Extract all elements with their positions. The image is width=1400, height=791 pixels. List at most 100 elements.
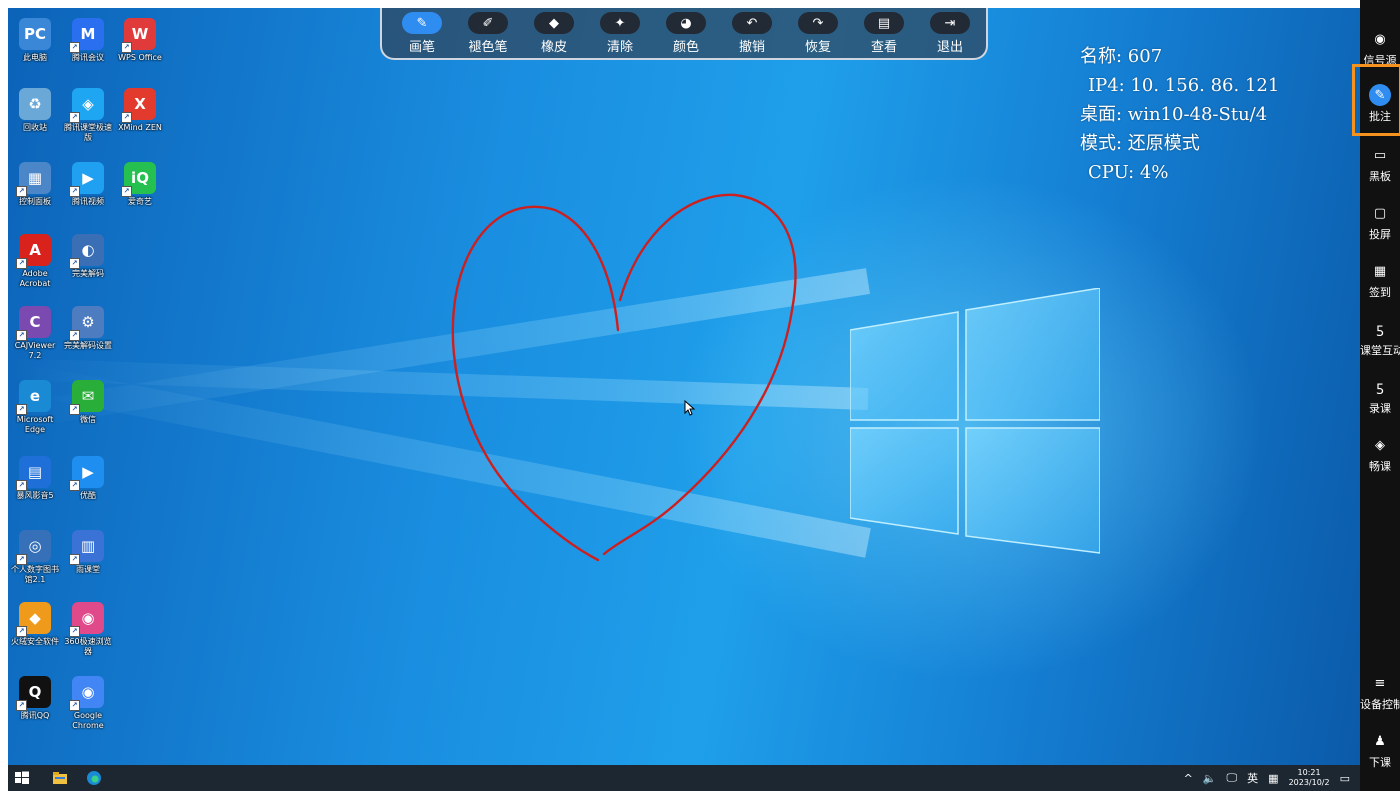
desktop-icon[interactable]: A ↗ Adobe Acrobat <box>10 234 60 289</box>
desktop-icon-label: 腾讯会议 <box>72 53 104 62</box>
volume-icon[interactable]: 🔈 <box>1203 772 1217 785</box>
sidebar-item-checkin[interactable]: ▦ 签到 <box>1360 260 1400 300</box>
tray-overflow-icon[interactable]: ^ <box>1184 772 1193 785</box>
desktop-icon-label: 微信 <box>80 415 96 424</box>
app-icon: ▶ ↗ <box>69 456 104 491</box>
toolbar-label: 退出 <box>936 40 963 55</box>
shortcut-arrow-icon: ↗ <box>69 112 80 123</box>
desktop-icon[interactable]: ◉ ↗ Google Chrome <box>63 676 113 731</box>
ime-mode-icon[interactable]: ▦ <box>1268 772 1278 785</box>
exit-icon: ⇥ <box>930 12 970 34</box>
clock[interactable]: 10:21 2023/10/2 <box>1289 768 1330 788</box>
annotation-toolbar: ✎ 画笔 ✐ 褪色笔 ◆ 橡皮 ✦ 清除 ◕ 颜色 ↶ 撤销 ↷ 恢复 ▤ 查看 ⇥ 退出 <box>380 8 988 60</box>
desktop-icon[interactable]: X ↗ XMind ZEN <box>115 88 165 133</box>
sidebar-item-interact[interactable]: ƽ 课堂互动 <box>1360 318 1400 358</box>
desktop-icon[interactable]: Q ↗ 腾讯QQ <box>10 676 60 721</box>
app-icon: ◆ ↗ <box>16 602 51 637</box>
sidebar-item-bell[interactable]: ♟ 下课 <box>1360 730 1400 770</box>
file-explorer-icon[interactable] <box>52 770 68 786</box>
desktop-icon[interactable]: PC 此电脑 <box>10 18 60 63</box>
edge-taskbar-icon[interactable] <box>86 770 102 786</box>
desktop-icon[interactable]: ✉ ↗ 微信 <box>63 380 113 425</box>
desktop-icon[interactable]: ▦ ↗ 控制面板 <box>10 162 60 207</box>
device-info-overlay: 名称: 607 IP4: 10. 156. 86. 121 桌面: win10-… <box>1080 42 1279 187</box>
desktop-icon[interactable]: ▥ ↗ 雨课堂 <box>63 530 113 575</box>
broom-icon: ✦ <box>600 12 640 34</box>
toolbar-pen-button[interactable]: ✎ 画笔 <box>391 12 453 55</box>
desktop-icon[interactable]: ♻ 回收站 <box>10 88 60 133</box>
sidebar-label: 下课 <box>1369 756 1391 769</box>
desktop-icon-label: 360极速浏览器 <box>64 637 112 656</box>
screen-border-left <box>0 0 8 791</box>
desktop-icon[interactable]: ▶ ↗ 腾讯视频 <box>63 162 113 207</box>
toolbar-fade-pen-button[interactable]: ✐ 褪色笔 <box>457 12 519 55</box>
app-icon: ⚙ ↗ <box>69 306 104 341</box>
app-icon: ▦ ↗ <box>16 162 51 197</box>
toolbar-view-button[interactable]: ▤ 查看 <box>853 12 915 55</box>
screen-border-top <box>0 0 1400 8</box>
checkin-icon: ▦ <box>1373 263 1387 279</box>
desktop-icon[interactable]: ◉ ↗ 360极速浏览器 <box>63 602 113 657</box>
toolbar-eraser-button[interactable]: ◆ 橡皮 <box>523 12 585 55</box>
sidebar-label: 投屏 <box>1369 228 1391 241</box>
toolbar-undo-button[interactable]: ↶ 撤销 <box>721 12 783 55</box>
toolbar-palette-button[interactable]: ◕ 颜色 <box>655 12 717 55</box>
desktop-icon[interactable]: C ↗ CAJViewer 7.2 <box>10 306 60 361</box>
sidebar-item-record[interactable]: ƽ 录课 <box>1360 376 1400 416</box>
app-icon: iQ ↗ <box>121 162 156 197</box>
sidebar-item-cast[interactable]: ▢ 投屏 <box>1360 202 1400 242</box>
palette-icon: ◕ <box>666 12 706 34</box>
shortcut-arrow-icon: ↗ <box>69 42 80 53</box>
desktop-icon-label: 完美解码设置 <box>64 341 112 350</box>
toolbar-broom-button[interactable]: ✦ 清除 <box>589 12 651 55</box>
ime-indicator[interactable]: 英 <box>1247 770 1258 786</box>
app-icon: ▤ ↗ <box>16 456 51 491</box>
notification-icon[interactable]: ▭ <box>1340 772 1350 785</box>
app-icon: ◐ ↗ <box>69 234 104 269</box>
shortcut-arrow-icon: ↗ <box>69 700 80 711</box>
network-icon[interactable]: 🖵 <box>1227 771 1238 785</box>
record-icon: ƽ <box>1376 379 1384 395</box>
shortcut-arrow-icon: ↗ <box>69 480 80 491</box>
desktop-icon-label: 个人数字图书馆2.1 <box>11 565 59 584</box>
start-icon[interactable] <box>14 770 30 786</box>
layers-icon: ◈ <box>1375 437 1385 453</box>
desktop-icon[interactable]: ▶ ↗ 优酷 <box>63 456 113 501</box>
device-ip: IP4: 10. 156. 86. 121 <box>1088 75 1280 96</box>
blackboard-icon: ▭ <box>1373 147 1387 163</box>
app-icon: e ↗ <box>16 380 51 415</box>
sidebar-item-menu[interactable]: ≡ 设备控制 <box>1360 672 1400 712</box>
desktop-icon-label: 暴风影音5 <box>16 491 54 500</box>
app-icon: ◎ ↗ <box>16 530 51 565</box>
app-icon: W ↗ <box>121 18 156 53</box>
desktop-icon-label: 完美解码 <box>72 269 104 278</box>
sidebar-item-signal[interactable]: ◉ 信号源 <box>1360 28 1400 68</box>
desktop-icon-label: CAJViewer 7.2 <box>14 341 56 360</box>
desktop-icon[interactable]: ◈ ↗ 腾讯课堂极速版 <box>63 88 113 143</box>
redo-icon: ↷ <box>798 12 838 34</box>
shortcut-arrow-icon: ↗ <box>121 186 132 197</box>
annotate-highlight-box <box>1352 64 1400 136</box>
view-icon: ▤ <box>864 12 904 34</box>
sidebar-item-blackboard[interactable]: ▭ 黑板 <box>1360 144 1400 184</box>
desktop-icon[interactable]: ◆ ↗ 火绒安全软件 <box>10 602 60 647</box>
desktop-icon[interactable]: iQ ↗ 爱奇艺 <box>115 162 165 207</box>
mouse-cursor <box>684 400 696 416</box>
toolbar-exit-button[interactable]: ⇥ 退出 <box>919 12 981 55</box>
shortcut-arrow-icon: ↗ <box>69 186 80 197</box>
app-icon: ▥ ↗ <box>69 530 104 565</box>
desktop-icon[interactable]: ⚙ ↗ 完美解码设置 <box>63 306 113 351</box>
toolbar-redo-button[interactable]: ↷ 恢复 <box>787 12 849 55</box>
sidebar-label: 课堂互动 <box>1360 344 1400 357</box>
eraser-icon: ◆ <box>534 12 574 34</box>
desktop-icon[interactable]: ▤ ↗ 暴风影音5 <box>10 456 60 501</box>
undo-icon: ↶ <box>732 12 772 34</box>
fade-pen-icon: ✐ <box>468 12 508 34</box>
desktop-icon[interactable]: W ↗ WPS Office <box>115 18 165 63</box>
sidebar-item-layers[interactable]: ◈ 畅课 <box>1360 434 1400 474</box>
shortcut-arrow-icon: ↗ <box>16 480 27 491</box>
desktop-icon[interactable]: M ↗ 腾讯会议 <box>63 18 113 63</box>
desktop-icon[interactable]: ◐ ↗ 完美解码 <box>63 234 113 279</box>
desktop-icon[interactable]: ◎ ↗ 个人数字图书馆2.1 <box>10 530 60 585</box>
desktop-icon[interactable]: e ↗ Microsoft Edge <box>10 380 60 435</box>
